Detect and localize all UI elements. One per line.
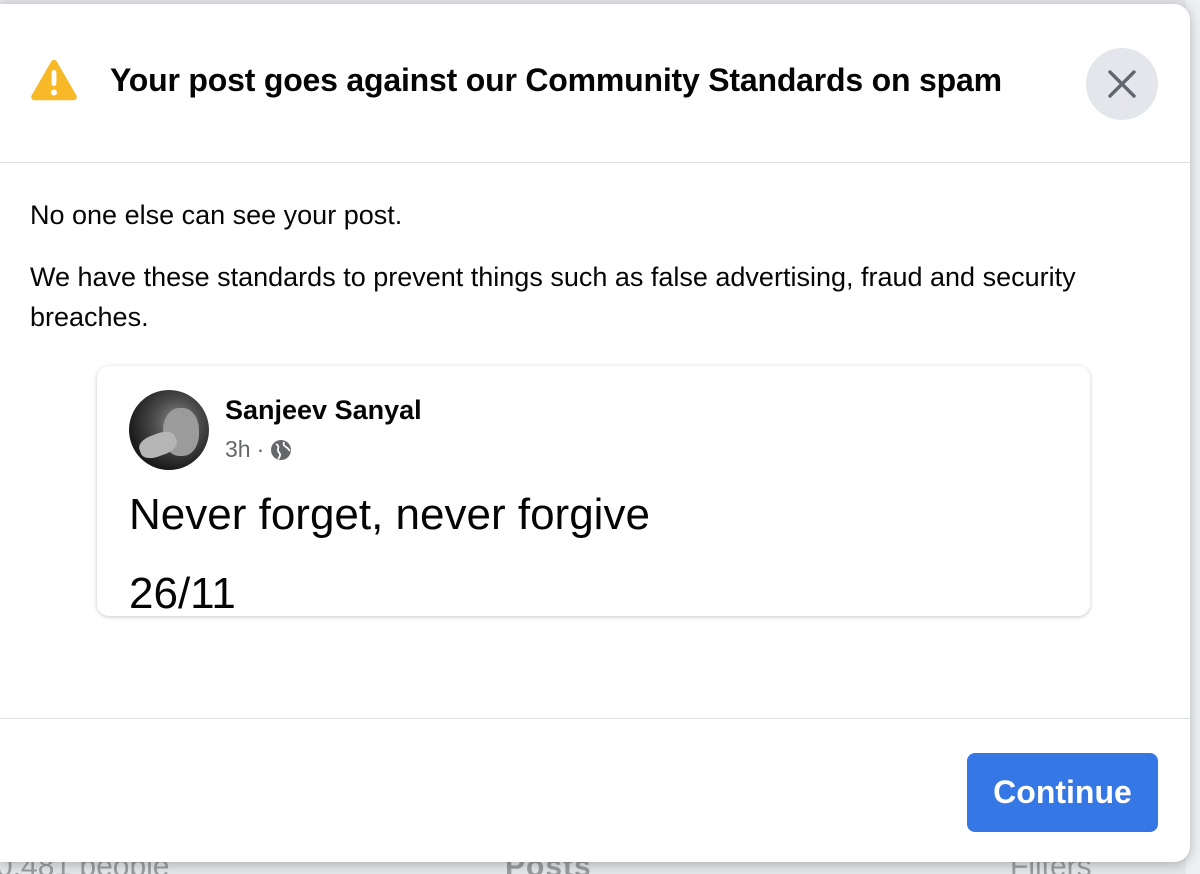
meta-separator: · [256, 436, 265, 462]
post-preview-card: Sanjeev Sanyal 3h · Never forget, never … [97, 366, 1090, 616]
post-timestamp: 3h [225, 436, 251, 462]
globe-icon [271, 439, 292, 460]
post-text-line: Never forget, never forgive [129, 490, 650, 539]
dialog-body: No one else can see your post. We have t… [0, 163, 1190, 718]
continue-button[interactable]: Continue [967, 753, 1158, 832]
community-standards-dialog: Your post goes against our Community Sta… [0, 4, 1190, 862]
dialog-header: Your post goes against our Community Sta… [0, 4, 1190, 163]
visibility-notice: No one else can see your post. [30, 200, 403, 230]
post-author-name: Sanjeev Sanyal [225, 395, 422, 425]
warning-icon [31, 59, 77, 101]
dialog-footer: Continue [0, 718, 1190, 862]
avatar [129, 390, 209, 470]
close-icon [1108, 70, 1136, 98]
close-button[interactable] [1086, 48, 1158, 120]
post-text-line: 26/11 [129, 569, 236, 616]
standards-explanation: We have these standards to prevent thing… [30, 262, 1076, 332]
dialog-title: Your post goes against our Community Sta… [110, 62, 1002, 98]
post-meta: 3h · [225, 436, 292, 463]
